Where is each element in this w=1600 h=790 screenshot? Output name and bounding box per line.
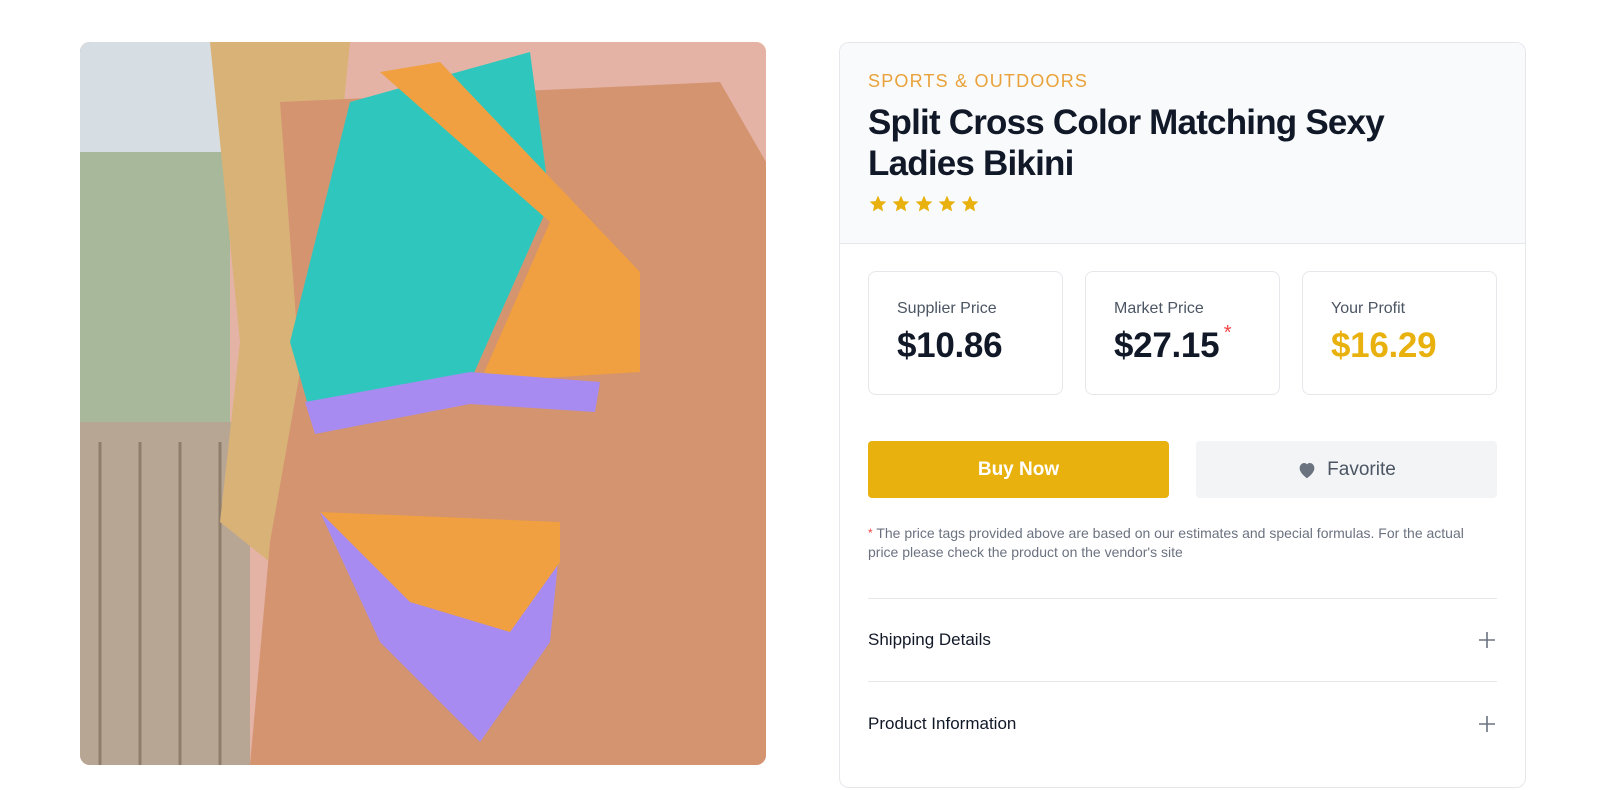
market-price-box: Market Price $27.15 * [1085, 271, 1280, 395]
supplier-price-value: $10.86 [897, 326, 1003, 365]
market-price-label: Market Price [1114, 300, 1204, 317]
accordion-shipping-details[interactable]: Shipping Details [868, 599, 1497, 682]
accordion-product-information[interactable]: Product Information [868, 682, 1497, 765]
supplier-price-box: Supplier Price $10.86 [868, 271, 1063, 395]
supplier-price-label: Supplier Price [897, 300, 997, 317]
disclaimer-asterisk: * [868, 526, 873, 540]
product-header: SPORTS & OUTDOORS Split Cross Color Matc… [840, 43, 1525, 244]
product-card: SPORTS & OUTDOORS Split Cross Color Matc… [839, 42, 1526, 788]
profit-label: Your Profit [1331, 300, 1406, 317]
profit-value: $16.29 [1331, 326, 1437, 365]
star-icon [961, 195, 979, 212]
price-boxes: Supplier Price $10.86 Market Price $27.1… [840, 244, 1525, 395]
favorite-label: Favorite [1327, 458, 1396, 480]
product-title: Split Cross Color Matching Sexy Ladies B… [868, 103, 1385, 183]
star-icon [869, 195, 887, 212]
favorite-button[interactable]: Favorite [1196, 441, 1497, 498]
market-price-wrapper: $27.15 * [1114, 322, 1232, 366]
buy-now-button[interactable]: Buy Now [868, 441, 1169, 498]
action-buttons: Buy Now Favorite [840, 395, 1525, 498]
market-price-asterisk: * [1223, 322, 1232, 344]
disclaimer-text: The price tags provided above are based … [868, 525, 1464, 560]
accordion-label: Product Information [868, 713, 1017, 733]
rating-stars [868, 194, 1497, 214]
details-accordion: Shipping Details Product Information [868, 598, 1497, 765]
product-image [80, 42, 766, 765]
plus-icon[interactable] [1477, 630, 1497, 650]
heart-icon [1299, 462, 1315, 478]
price-disclaimer: * The price tags provided above are base… [868, 524, 1488, 562]
star-icon [915, 195, 933, 212]
profit-box: Your Profit $16.29 [1302, 271, 1497, 395]
product-category[interactable]: SPORTS & OUTDOORS [868, 71, 1497, 92]
product-photo [80, 42, 766, 765]
star-icon [892, 195, 910, 212]
plus-icon[interactable] [1477, 714, 1497, 734]
market-price-value: $27.15 [1114, 326, 1220, 365]
star-icon [938, 195, 956, 212]
accordion-label: Shipping Details [868, 630, 991, 649]
